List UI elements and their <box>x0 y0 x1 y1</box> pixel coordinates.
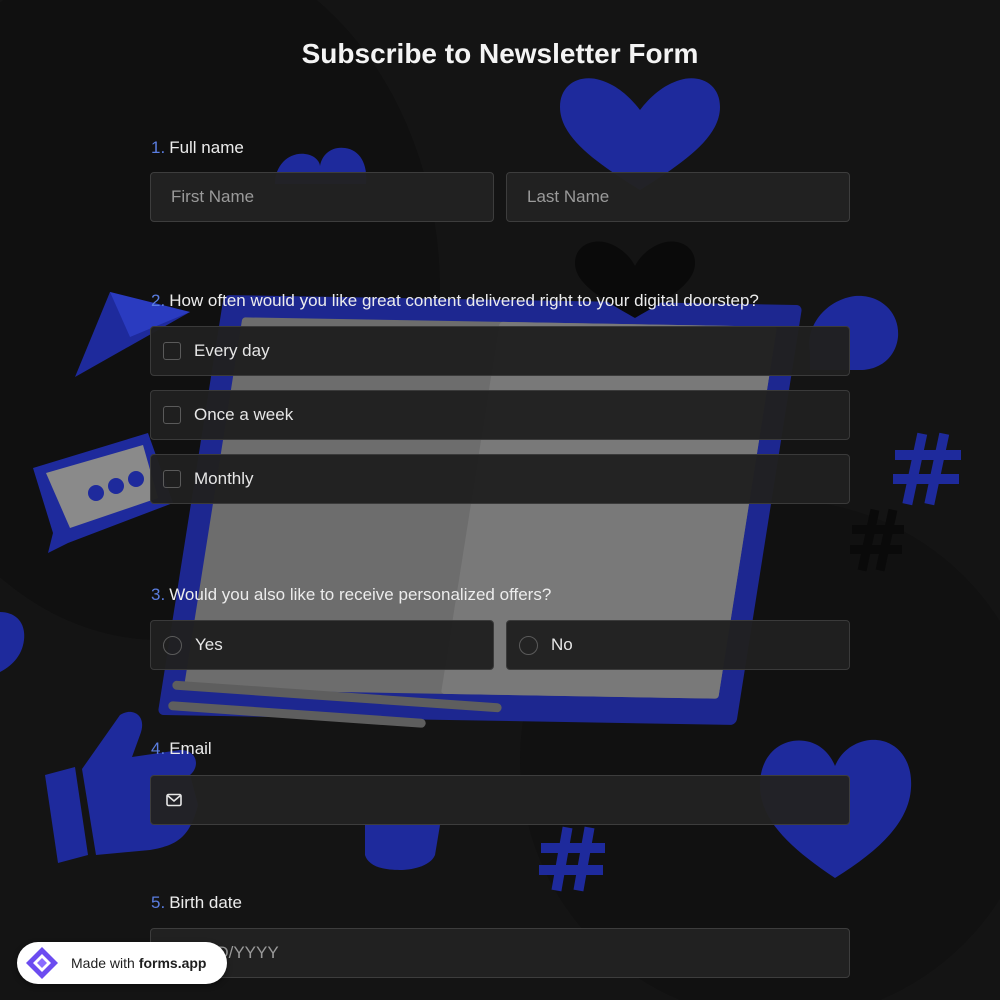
birth-date-input[interactable]: MM/DD/YYYY <box>150 928 850 978</box>
checkbox[interactable] <box>163 342 181 360</box>
last-name-placeholder: Last Name <box>527 187 610 206</box>
option-monthly[interactable]: Monthly <box>150 454 850 504</box>
question-birth-date: 5. Birth date <box>151 893 242 913</box>
option-label: Monthly <box>194 469 254 488</box>
question-full-name: 1. Full name <box>151 138 244 158</box>
question-label: Birth date <box>169 893 242 912</box>
question-number: 3. <box>151 585 166 604</box>
made-with-badge[interactable]: Made with forms.app <box>17 942 227 984</box>
option-label: Once a week <box>194 405 294 424</box>
question-label: Email <box>169 739 212 758</box>
option-yes[interactable]: Yes <box>150 620 494 670</box>
question-label: Full name <box>169 138 244 157</box>
question-offers: 3. Would you also like to receive persona… <box>151 585 551 605</box>
question-number: 2. <box>151 291 166 310</box>
option-once-a-week[interactable]: Once a week <box>150 390 850 440</box>
checkbox[interactable] <box>163 406 181 424</box>
brand-name: forms.app <box>138 955 207 971</box>
newsletter-form: Subscribe to Newsletter Form 1. Full name… <box>0 0 1000 1000</box>
option-label: Every day <box>194 341 270 360</box>
question-number: 4. <box>151 739 166 758</box>
first-name-input[interactable]: First Name <box>150 172 494 222</box>
checkbox[interactable] <box>163 470 181 488</box>
option-label: Yes <box>195 635 223 654</box>
question-number: 1. <box>151 138 166 157</box>
first-name-placeholder: First Name <box>171 187 255 206</box>
mail-icon <box>166 793 182 807</box>
radio-button[interactable] <box>163 635 182 655</box>
question-label: How often would you like great content d… <box>169 291 759 310</box>
radio-button[interactable] <box>519 635 538 655</box>
question-number: 5. <box>151 893 166 912</box>
question-label: Would you also like to receive personali… <box>169 585 552 604</box>
email-input[interactable] <box>150 775 850 825</box>
forms-app-logo-icon <box>23 944 61 982</box>
option-no[interactable]: No <box>506 620 850 670</box>
question-email: 4. Email <box>151 739 212 759</box>
last-name-input[interactable]: Last Name <box>506 172 850 222</box>
option-label: No <box>551 635 573 654</box>
option-every-day[interactable]: Every day <box>150 326 850 376</box>
form-title: Subscribe to Newsletter Form <box>301 38 699 69</box>
made-with-text: Made with <box>71 955 135 971</box>
question-frequency: 2. How often would you like great content… <box>151 291 759 311</box>
